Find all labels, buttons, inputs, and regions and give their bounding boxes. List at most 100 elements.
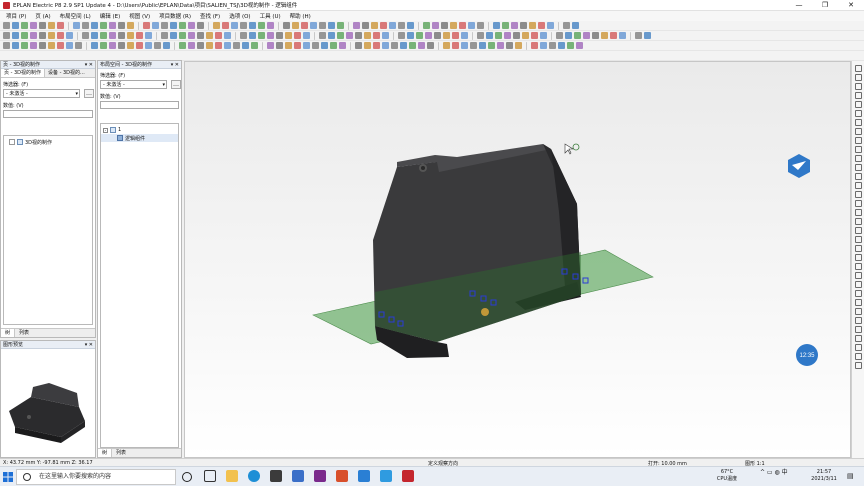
toolbar-tool-icon[interactable] [145, 32, 152, 39]
layout-filter-select[interactable]: - 未激活 - ▾ [100, 80, 167, 89]
drawing-tool-icon[interactable] [854, 173, 862, 180]
drawing-tool-icon[interactable] [854, 119, 862, 126]
toolbar-tool-icon[interactable] [82, 22, 89, 29]
pane-controls-icon[interactable]: ▾ ✕ [85, 341, 93, 348]
toolbar-tool-icon[interactable] [258, 22, 265, 29]
drawing-tool-icon[interactable] [854, 353, 862, 360]
toolbar-tool-icon[interactable] [57, 42, 64, 49]
toolbar-tool-icon[interactable] [355, 32, 362, 39]
drawing-tool-icon[interactable] [854, 74, 862, 81]
toolbar-tool-icon[interactable] [337, 22, 344, 29]
drawing-tool-icon[interactable] [854, 155, 862, 162]
toolbar-tool-icon[interactable] [538, 22, 545, 29]
toolbar-tool-icon[interactable] [292, 22, 299, 29]
toolbar-tool-icon[interactable] [576, 42, 583, 49]
toolbar-tool-icon[interactable] [312, 42, 319, 49]
toolbar-tool-icon[interactable] [531, 32, 538, 39]
drawing-tool-icon[interactable] [854, 83, 862, 90]
toolbar-tool-icon[interactable] [3, 32, 10, 39]
toolbar-tool-icon[interactable] [574, 32, 581, 39]
tab-page-tree[interactable]: 页 - 3D视的制作 [1, 69, 46, 77]
toolbar-tool-icon[interactable] [418, 42, 425, 49]
toolbar-tool-icon[interactable] [319, 32, 326, 39]
drawing-tool-icon[interactable] [854, 218, 862, 225]
toolbar-tool-icon[interactable] [303, 42, 310, 49]
toolbar-tool-icon[interactable] [30, 22, 37, 29]
layout-value-input[interactable] [100, 101, 179, 109]
toolbar-tool-icon[interactable] [127, 22, 134, 29]
toolbar-tool-icon[interactable] [197, 32, 204, 39]
toolbar-tool-icon[interactable] [12, 22, 19, 29]
toolbar-tool-icon[interactable] [400, 42, 407, 49]
toolbar-tool-icon[interactable] [91, 32, 98, 39]
toolbar-tool-icon[interactable] [567, 42, 574, 49]
toolbar-tool-icon[interactable] [407, 22, 414, 29]
toolbar-tool-icon[interactable] [73, 22, 80, 29]
toolbar-tool-icon[interactable] [127, 42, 134, 49]
drawing-tool-icon[interactable] [854, 137, 862, 144]
insertion-point[interactable] [481, 308, 489, 316]
toolbar-tool-icon[interactable] [206, 32, 213, 39]
toolbar-tool-icon[interactable] [443, 42, 450, 49]
expand-icon[interactable] [9, 139, 15, 145]
tray-icons[interactable]: ^ ▭ ◍ 中 [760, 469, 788, 476]
toolbar-tool-icon[interactable] [432, 22, 439, 29]
drawing-tool-icon[interactable] [854, 146, 862, 153]
toolbar-tool-icon[interactable] [109, 32, 116, 39]
toolbar-tool-icon[interactable] [3, 22, 10, 29]
toolbar-tool-icon[interactable] [240, 22, 247, 29]
drawing-tool-icon[interactable] [854, 272, 862, 279]
toolbar-tool-icon[interactable] [558, 42, 565, 49]
toolbar-tool-icon[interactable] [459, 22, 466, 29]
toolbar-tool-icon[interactable] [285, 32, 292, 39]
toolbar-tool-icon[interactable] [328, 32, 335, 39]
value-input[interactable] [3, 110, 93, 118]
drawing-tool-icon[interactable] [854, 362, 862, 369]
menu-view[interactable]: 视图 (V) [129, 12, 150, 20]
toolbar-tool-icon[interactable] [161, 32, 168, 39]
toolbar-tool-icon[interactable] [592, 32, 599, 39]
office-icon[interactable] [336, 470, 348, 482]
toolbar-tool-icon[interactable] [143, 22, 150, 29]
toolbar-tool-icon[interactable] [249, 32, 256, 39]
toolbar-tool-icon[interactable] [380, 22, 387, 29]
toolbar-tool-icon[interactable] [3, 42, 10, 49]
tree-item-3d-page[interactable]: 3D视的制作 [4, 138, 92, 146]
drawing-tool-icon[interactable] [854, 263, 862, 270]
tab-tree[interactable]: 树 [98, 449, 113, 457]
toolbar-tool-icon[interactable] [495, 32, 502, 39]
toolbar-tool-icon[interactable] [285, 42, 292, 49]
toolbar-tool-icon[interactable] [565, 32, 572, 39]
toolbar-tool-icon[interactable] [441, 22, 448, 29]
toolbar-tool-icon[interactable] [423, 22, 430, 29]
3d-viewport[interactable]: 12:35 [184, 61, 851, 458]
toolbar-tool-icon[interactable] [170, 22, 177, 29]
3d-scene[interactable]: 12:35 [185, 62, 851, 458]
toolbar-tool-icon[interactable] [373, 32, 380, 39]
drawing-tool-icon[interactable] [854, 191, 862, 198]
toolbar-tool-icon[interactable] [497, 42, 504, 49]
tab-list[interactable]: 列表 [15, 329, 33, 337]
toolbar-tool-icon[interactable] [583, 32, 590, 39]
toolbar-tool-icon[interactable] [91, 42, 98, 49]
app-icon[interactable] [380, 470, 392, 482]
toolbar-tool-icon[interactable] [353, 22, 360, 29]
toolbar-tool-icon[interactable] [330, 42, 337, 49]
toolbar-tool-icon[interactable] [249, 22, 256, 29]
toolbar-tool-icon[interactable] [409, 42, 416, 49]
drawing-tool-icon[interactable] [854, 128, 862, 135]
toolbar-tool-icon[interactable] [382, 32, 389, 39]
toolbar-tool-icon[interactable] [382, 42, 389, 49]
tab-list[interactable]: 列表 [112, 449, 130, 457]
toolbar-tool-icon[interactable] [206, 42, 213, 49]
tab-device-tree[interactable]: 设备 - 3D视的... [45, 69, 88, 77]
eplan-taskbar-icon[interactable] [402, 470, 414, 482]
toolbar-tool-icon[interactable] [12, 32, 19, 39]
toolbar-tool-icon[interactable] [504, 32, 511, 39]
file-explorer-icon[interactable] [226, 470, 238, 482]
toolbar-tool-icon[interactable] [21, 32, 28, 39]
toolbar-tool-icon[interactable] [197, 22, 204, 29]
toolbar-tool-icon[interactable] [136, 32, 143, 39]
toolbar-tool-icon[interactable] [515, 42, 522, 49]
toolbar-tool-icon[interactable] [461, 42, 468, 49]
